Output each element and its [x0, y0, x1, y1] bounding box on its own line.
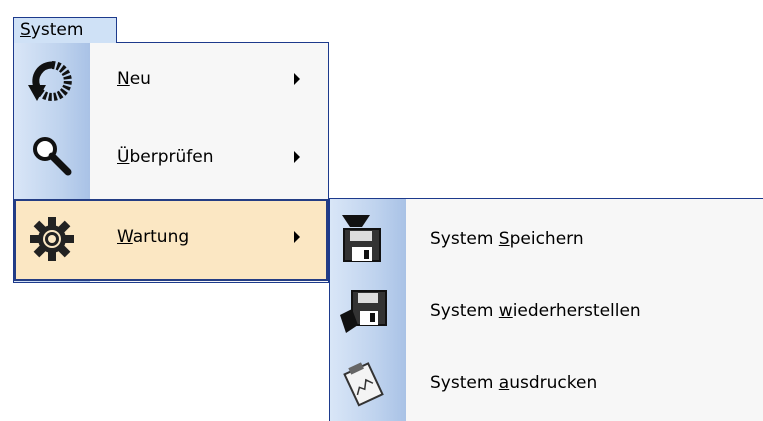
menu-item-neu-label: Neu — [117, 69, 151, 89]
print-report-icon — [338, 357, 390, 409]
wartung-submenu: System Speichern System wiederherstellen — [329, 198, 763, 421]
submenu-arrow-icon — [294, 231, 300, 243]
save-icon — [338, 213, 390, 265]
search-icon — [28, 135, 76, 183]
menu-item-wartung[interactable]: Wartung — [14, 199, 328, 281]
submenu-item-system-speichern[interactable]: System Speichern — [330, 203, 763, 275]
menu-item-ueberpruefen[interactable]: Überprüfen — [14, 121, 328, 199]
system-dropdown-menu: Neu Überprüfen Wartung — [13, 42, 329, 283]
submenu-item-system-wiederherstellen-label: System wiederherstellen — [430, 301, 641, 321]
gear-icon — [28, 215, 76, 263]
submenu-arrow-icon — [294, 73, 300, 85]
screen: System Neu Überprüfen Wartung System Spe… — [0, 0, 763, 421]
menu-item-wartung-label: Wartung — [117, 227, 190, 247]
submenu-item-system-ausdrucken-label: System ausdrucken — [430, 373, 598, 393]
menu-system[interactable]: System — [13, 17, 117, 43]
submenu-item-system-ausdrucken[interactable]: System ausdrucken — [330, 347, 763, 419]
submenu-item-system-speichern-label: System Speichern — [430, 229, 584, 249]
menu-item-neu[interactable]: Neu — [14, 43, 328, 121]
refresh-icon — [28, 57, 76, 105]
menu-item-ueberpruefen-label: Überprüfen — [117, 147, 214, 167]
menu-system-label: System — [20, 20, 84, 40]
submenu-item-system-wiederherstellen[interactable]: System wiederherstellen — [330, 275, 763, 347]
restore-icon — [338, 285, 390, 337]
submenu-arrow-icon — [294, 151, 300, 163]
